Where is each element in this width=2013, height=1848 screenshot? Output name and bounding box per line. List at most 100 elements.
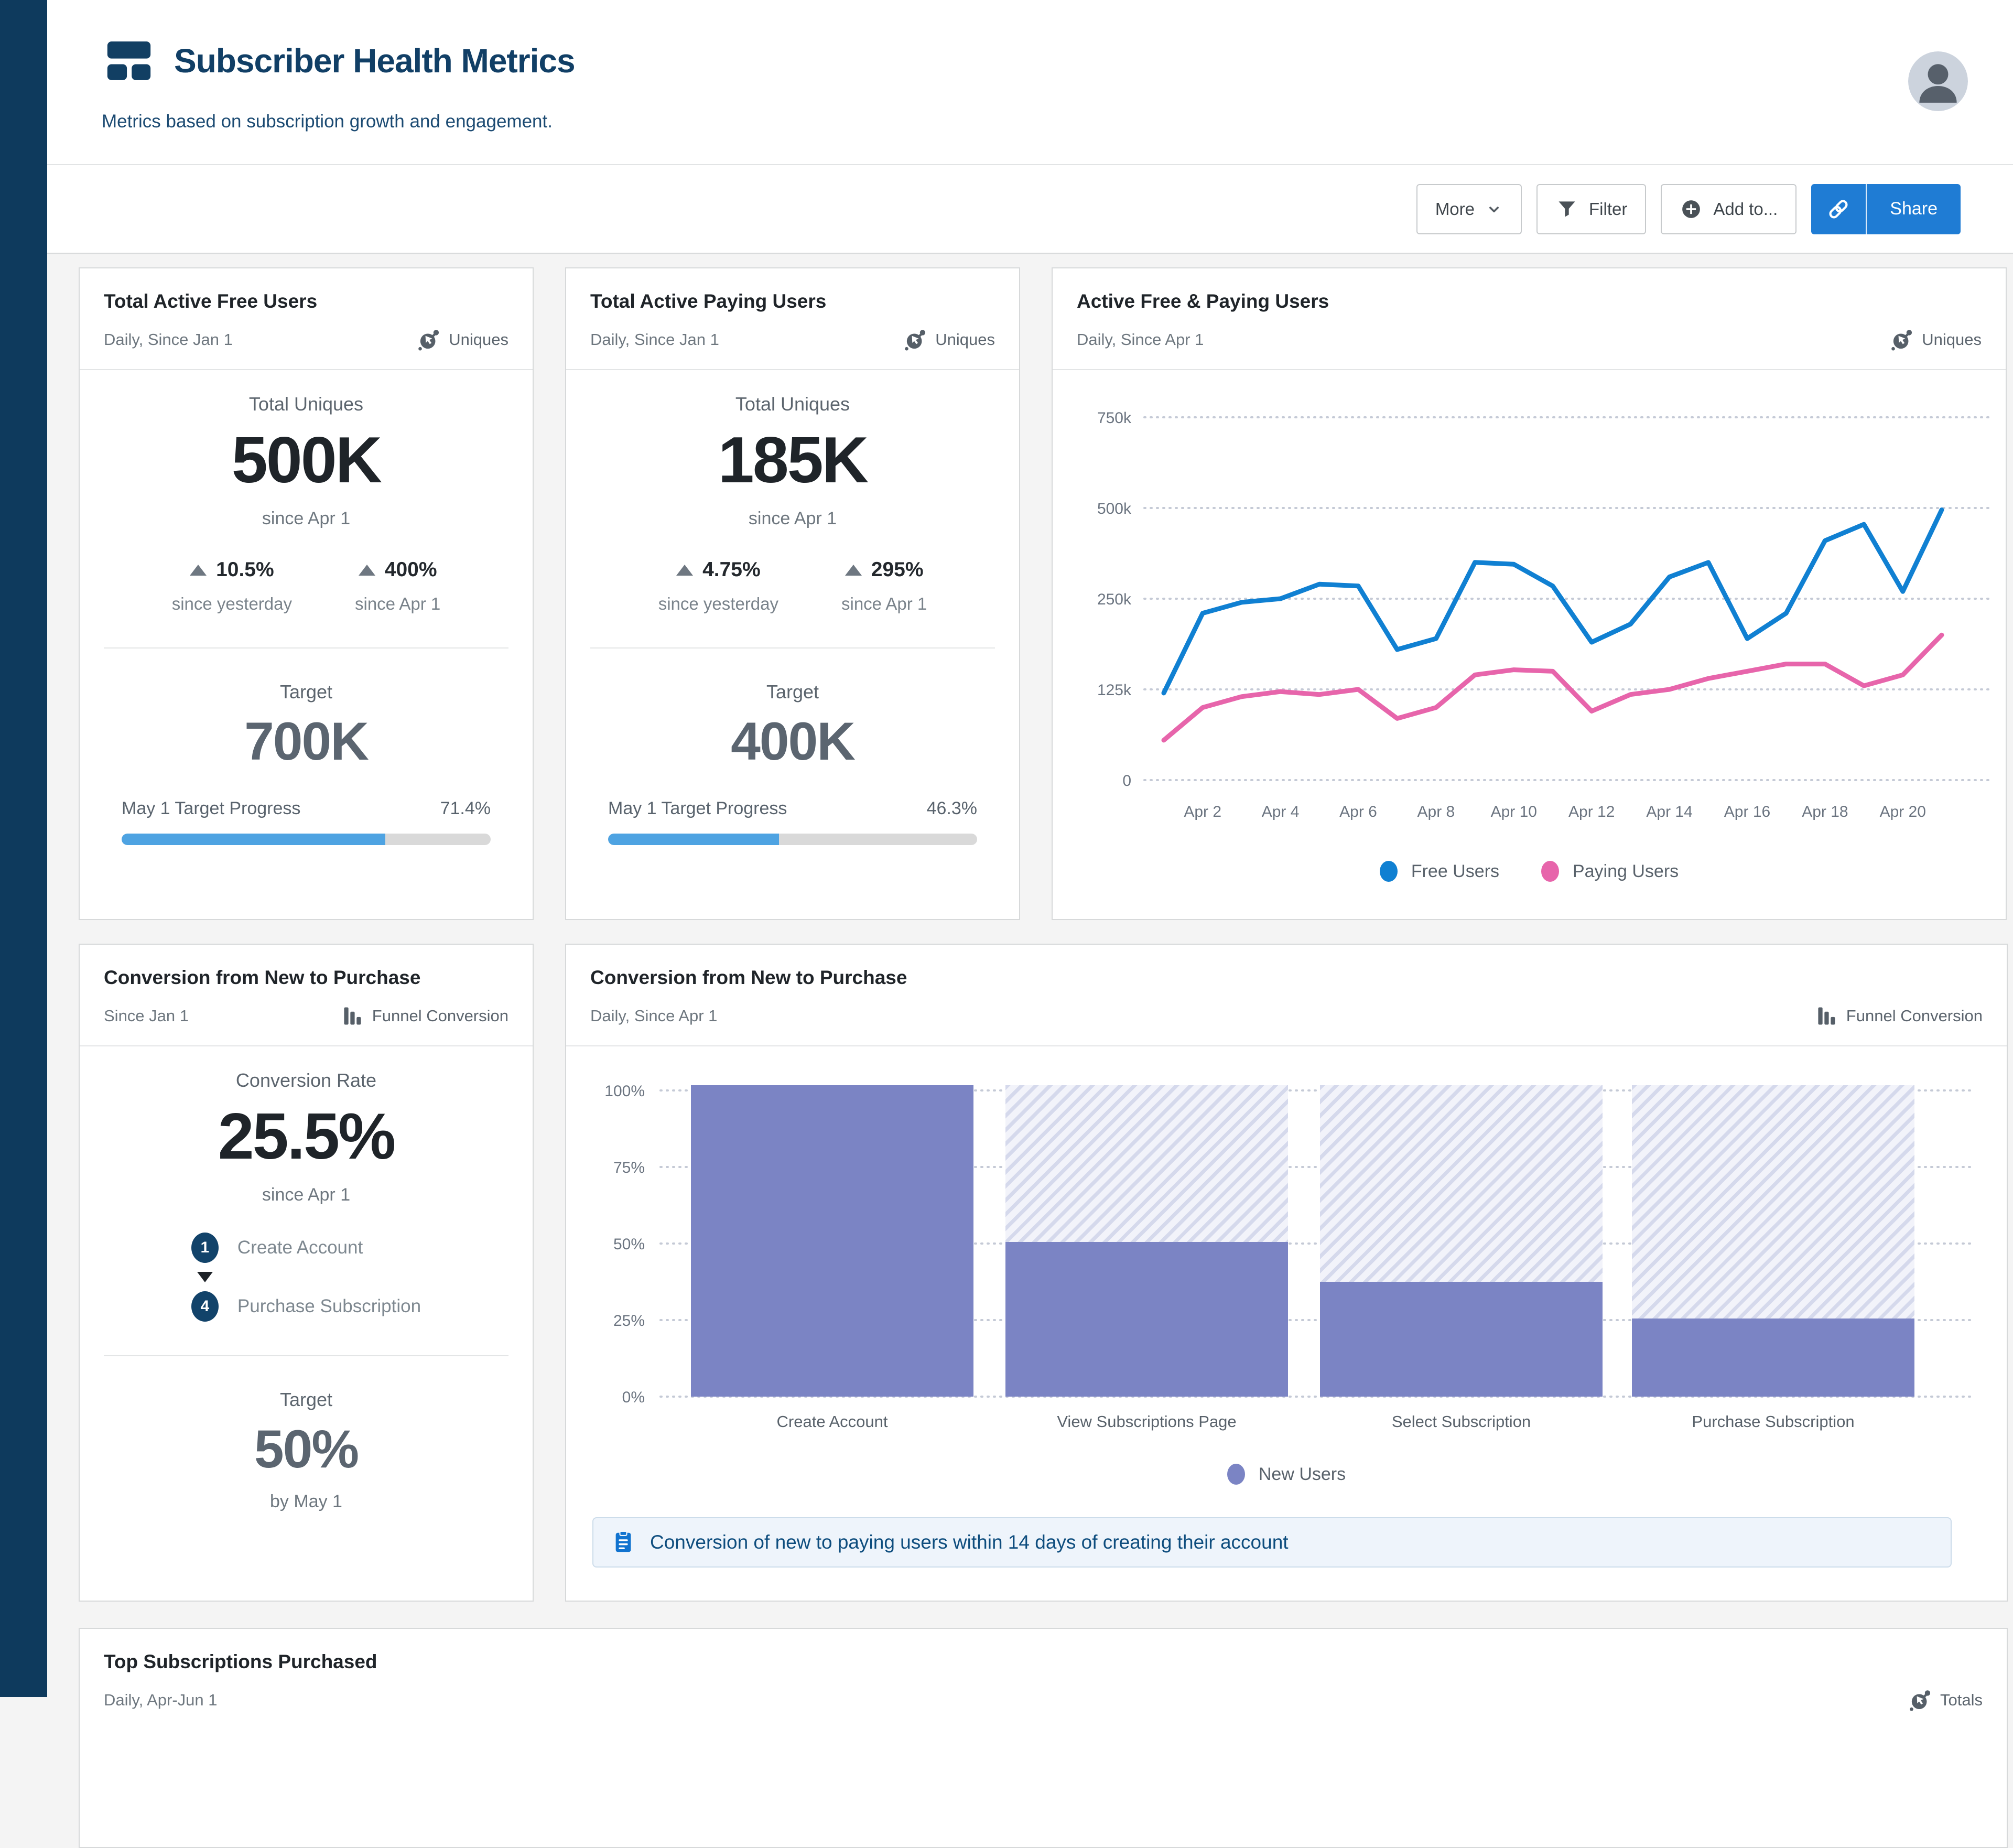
metric-value: 25.5% [218,1100,396,1173]
series-paying-users [1161,632,1944,743]
svg-text:500k: 500k [1097,500,1132,517]
funnel-bar-3[interactable] [1320,1085,1603,1397]
card-total-active-free-users: Total Active Free Users Daily, Since Jan… [79,267,534,920]
svg-text:Purchase Subscription: Purchase Subscription [1692,1412,1854,1431]
funnel-chart-area: 100% 75% 50% 25% 0% Create Account View Subscr… [566,1046,2007,1591]
progress-bar [122,834,491,845]
card-subtitle: Daily, Since Apr 1 [1077,330,1204,349]
card-subtitle: Since Jan 1 [104,1007,189,1025]
clipboard-icon [615,1530,631,1552]
card-title: Conversion from New to Purchase [590,967,907,988]
card-title: Conversion from New to Purchase [104,967,421,988]
active-users-line-chart: 750k 500k 250k 125k 0 Apr 2 Apr 4 Apr 6 Apr 8 Apr… [1097,409,1992,820]
triangle-up-icon [845,564,862,576]
funnel-bar-value [1320,1282,1603,1397]
filter-label: Filter [1589,199,1628,219]
card-subtitle: Daily, Since Apr 1 [590,1007,718,1025]
funnel-bar-1[interactable] [691,1085,973,1397]
uniques-badge: Uniques [904,328,995,351]
uniques-hits-icon [1890,328,1913,351]
svg-text:75%: 75% [613,1159,645,1176]
metric-label: Total Uniques [735,393,850,415]
link-icon [1829,199,1848,219]
triangle-up-icon [358,564,375,576]
progress-percent: 71.4% [440,798,491,818]
svg-text:250k: 250k [1097,591,1132,608]
funnel-conversion-badge: Funnel Conversion [1815,1004,1983,1028]
target-value: 50% [254,1419,359,1479]
progress-label: May 1 Target Progress [122,798,301,818]
metric-since: since Apr 1 [262,1185,351,1205]
legend-item-paying-users[interactable]: Paying Users [1541,861,1679,882]
add-to-button[interactable]: Add to... [1661,183,1797,234]
stat-daily-change: 4.75% since yesterday [658,558,778,613]
svg-text:100%: 100% [604,1083,645,1100]
card-top-subscriptions-purchased: Top Subscriptions Purchased Daily, Apr-J… [79,1628,2008,1848]
funnel-conversion-icon [344,1007,361,1025]
step-badge: 4 [191,1291,219,1322]
svg-text:Apr 2: Apr 2 [1184,803,1221,820]
svg-text:Create Account: Create Account [777,1412,888,1431]
page-title: Subscriber Health Metrics [174,42,576,80]
totals-hits-icon [1909,1689,1932,1712]
svg-text:Apr 14: Apr 14 [1646,803,1692,820]
stat-daily-change: 10.5% since yesterday [171,558,292,613]
metric-value: 500K [231,424,382,496]
svg-text:Select Subscription: Select Subscription [1392,1412,1531,1431]
svg-text:Apr 4: Apr 4 [1262,803,1300,820]
arrow-down-icon [197,1272,213,1282]
target-value: 400K [731,711,856,771]
funnel-chart-legend: New Users [566,1464,2007,1485]
funnel-conversion-badge: Funnel Conversion [341,1004,508,1028]
svg-text:Apr 20: Apr 20 [1880,803,1926,820]
card-title: Top Subscriptions Purchased [104,1651,377,1672]
legend-dot-icon [1227,1464,1245,1485]
metric-since: since Apr 1 [748,509,837,528]
legend-dot-icon [1379,861,1398,882]
chevron-down-icon [1489,206,1499,212]
legend-item-free-users[interactable]: Free Users [1379,861,1499,882]
target-caption: by May 1 [270,1492,342,1511]
target-progress: May 1 Target Progress 71.4% [122,798,491,845]
card-conversion-funnel-chart: Conversion from New to Purchase Daily, S… [565,944,2008,1602]
card-title: Active Free & Paying Users [1077,290,1329,312]
user-avatar-icon[interactable] [1908,51,1968,111]
svg-text:View Subscriptions Page: View Subscriptions Page [1057,1412,1236,1431]
svg-text:0: 0 [1122,772,1131,790]
card-subtitle: Daily, Since Jan 1 [590,330,719,349]
funnel-step-purchase-subscription: 4 Purchase Subscription [191,1291,421,1322]
svg-text:25%: 25% [613,1312,645,1330]
left-nav-rail [0,0,47,1697]
funnel-bar-value [691,1085,973,1397]
card-total-active-paying-users: Total Active Paying Users Daily, Since J… [565,267,1020,920]
funnel-conversion-icon [1818,1007,1835,1025]
more-button[interactable]: More [1416,183,1522,234]
line-chart-legend: Free Users Paying Users [1053,861,2006,882]
metric-value: 185K [718,424,869,496]
funnel-bar-4[interactable] [1632,1085,1914,1397]
filter-button[interactable]: Filter [1536,183,1647,234]
target-progress: May 1 Target Progress 46.3% [608,798,977,845]
svg-text:125k: 125k [1097,682,1132,699]
uniques-hits-icon [417,328,440,351]
card-active-free-paying-users-chart: Active Free & Paying Users Daily, Since … [1052,267,2007,920]
progress-bar [608,834,977,845]
funnel-steps: 1 Create Account 4 Purchase Subscription [191,1233,421,1322]
share-link-segment[interactable] [1811,183,1866,234]
svg-text:50%: 50% [613,1236,645,1253]
triangle-up-icon [190,564,207,576]
metric-since: since Apr 1 [262,509,351,528]
legend-item-new-users[interactable]: New Users [1227,1464,1346,1485]
progress-label: May 1 Target Progress [608,798,787,818]
stat-period-change: 295% since Apr 1 [841,558,927,613]
share-button[interactable]: Share [1866,183,1961,234]
filter-funnel-icon [1559,201,1575,217]
footnote-text: Conversion of new to paying users within… [650,1531,1289,1553]
page-subtitle: Metrics based on subscription growth and… [102,111,553,132]
funnel-bar-value [1005,1242,1288,1397]
target-label: Target [279,1389,333,1410]
funnel-bar-2[interactable] [1005,1085,1288,1397]
metric-label: Total Uniques [248,393,364,415]
share-split-button[interactable]: Share [1811,183,1961,234]
line-chart-area: 750k 500k 250k 125k 0 Apr 2 Apr 4 Apr 6 Apr 8 Apr… [1053,370,2006,910]
